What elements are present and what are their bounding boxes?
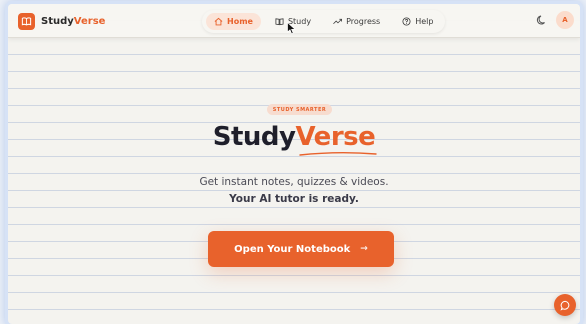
main-nav: Home Study Progress Help (202, 10, 446, 33)
hero-tagline: Get instant notes, quizzes & videos. (199, 176, 389, 188)
nav-progress-label: Progress (346, 17, 381, 26)
home-icon (214, 17, 223, 26)
nav-help[interactable]: Help (394, 13, 441, 30)
logo-text-part1: Study (41, 16, 74, 27)
chat-bubble-icon (559, 300, 569, 311)
book-logo-icon (18, 13, 35, 30)
moon-icon[interactable] (536, 14, 548, 26)
nav-home[interactable]: Home (206, 13, 261, 30)
open-notebook-label: Open Your Notebook (234, 243, 351, 255)
hero-title-part2: Verse (295, 122, 376, 152)
logo[interactable]: StudyVerse (18, 13, 105, 30)
logo-text-part2: Verse (73, 16, 106, 27)
hero-title-part1: Study (212, 122, 296, 152)
help-icon (402, 17, 411, 26)
hero-subtagline: Your AI tutor is ready. (229, 193, 359, 205)
trend-icon (333, 18, 343, 25)
nav-home-label: Home (227, 17, 253, 26)
study-smarter-badge: STUDY SMARTER (267, 104, 332, 115)
title-underline-decoration (299, 152, 377, 156)
book-icon (275, 18, 284, 26)
mouse-cursor-icon (287, 22, 296, 35)
arrow-right-icon: → (360, 244, 368, 254)
chat-button[interactable] (554, 294, 576, 316)
logo-text: StudyVerse (41, 16, 105, 27)
nav-help-label: Help (415, 17, 434, 26)
hero-title: StudyVerse (8, 122, 580, 152)
nav-progress[interactable]: Progress (325, 13, 388, 30)
avatar[interactable]: A (556, 11, 574, 29)
open-notebook-button[interactable]: Open Your Notebook → (208, 231, 394, 267)
app-frame: StudyVerse Home Study Progress Help A ST… (8, 4, 580, 324)
